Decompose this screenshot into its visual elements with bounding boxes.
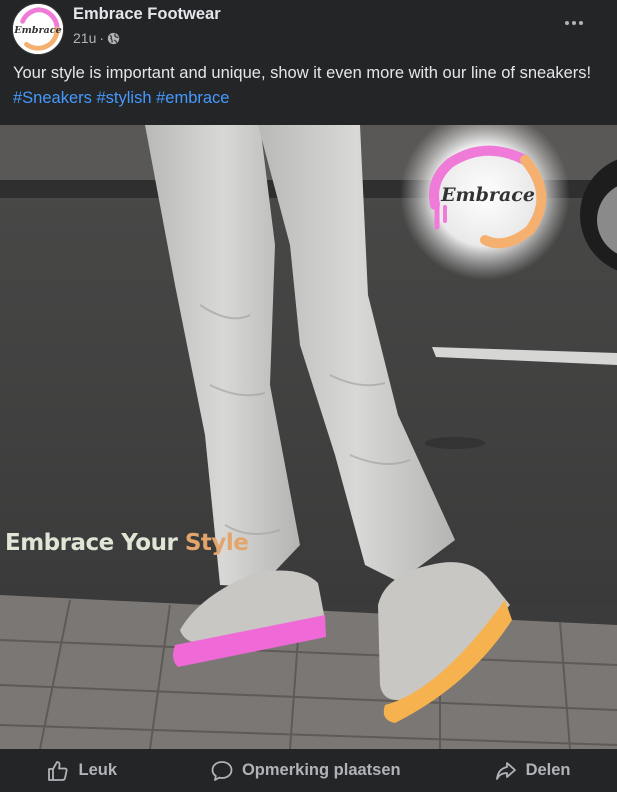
post-image[interactable]: Embrace Embrace Your Style <box>0 125 617 749</box>
like-button[interactable]: Leuk <box>34 753 129 789</box>
slogan-part2: Style <box>184 530 249 556</box>
page-name[interactable]: Embrace Footwear <box>73 5 221 24</box>
like-label: Leuk <box>78 761 117 779</box>
action-bar: Leuk Opmerking plaatsen Delen <box>0 749 617 792</box>
comment-button[interactable]: Opmerking plaatsen <box>198 753 413 789</box>
share-button[interactable]: Delen <box>482 753 583 789</box>
globe-icon[interactable] <box>107 32 120 45</box>
post-meta: 21u · <box>73 30 120 46</box>
post-header: Embrace Embrace Footwear 21u · <box>0 0 617 60</box>
share-label: Delen <box>525 761 571 779</box>
avatar[interactable]: Embrace <box>12 3 64 55</box>
post-body: Your style is important and unique, show… <box>13 64 592 82</box>
share-arrow-icon <box>495 761 516 780</box>
hashtag-sneakers[interactable]: #Sneakers <box>13 89 92 107</box>
thumbs-up-icon <box>48 760 68 781</box>
hashtag-stylish[interactable]: #stylish <box>96 89 151 107</box>
media-logo-text: Embrace <box>440 184 535 206</box>
ellipsis-icon <box>565 21 569 25</box>
avatar-logo-text: Embrace <box>13 25 61 36</box>
timestamp[interactable]: 21u <box>73 30 96 46</box>
speech-bubble-icon <box>211 760 233 781</box>
slogan: Embrace Your Style <box>5 530 249 556</box>
comment-label: Opmerking plaatsen <box>241 761 401 779</box>
slogan-part1: Embrace Your <box>5 530 178 556</box>
hashtag-embrace[interactable]: #embrace <box>156 89 229 107</box>
more-options-button[interactable] <box>556 8 592 38</box>
meta-separator: · <box>99 30 105 46</box>
post-text: Your style is important and unique, show… <box>13 61 608 111</box>
